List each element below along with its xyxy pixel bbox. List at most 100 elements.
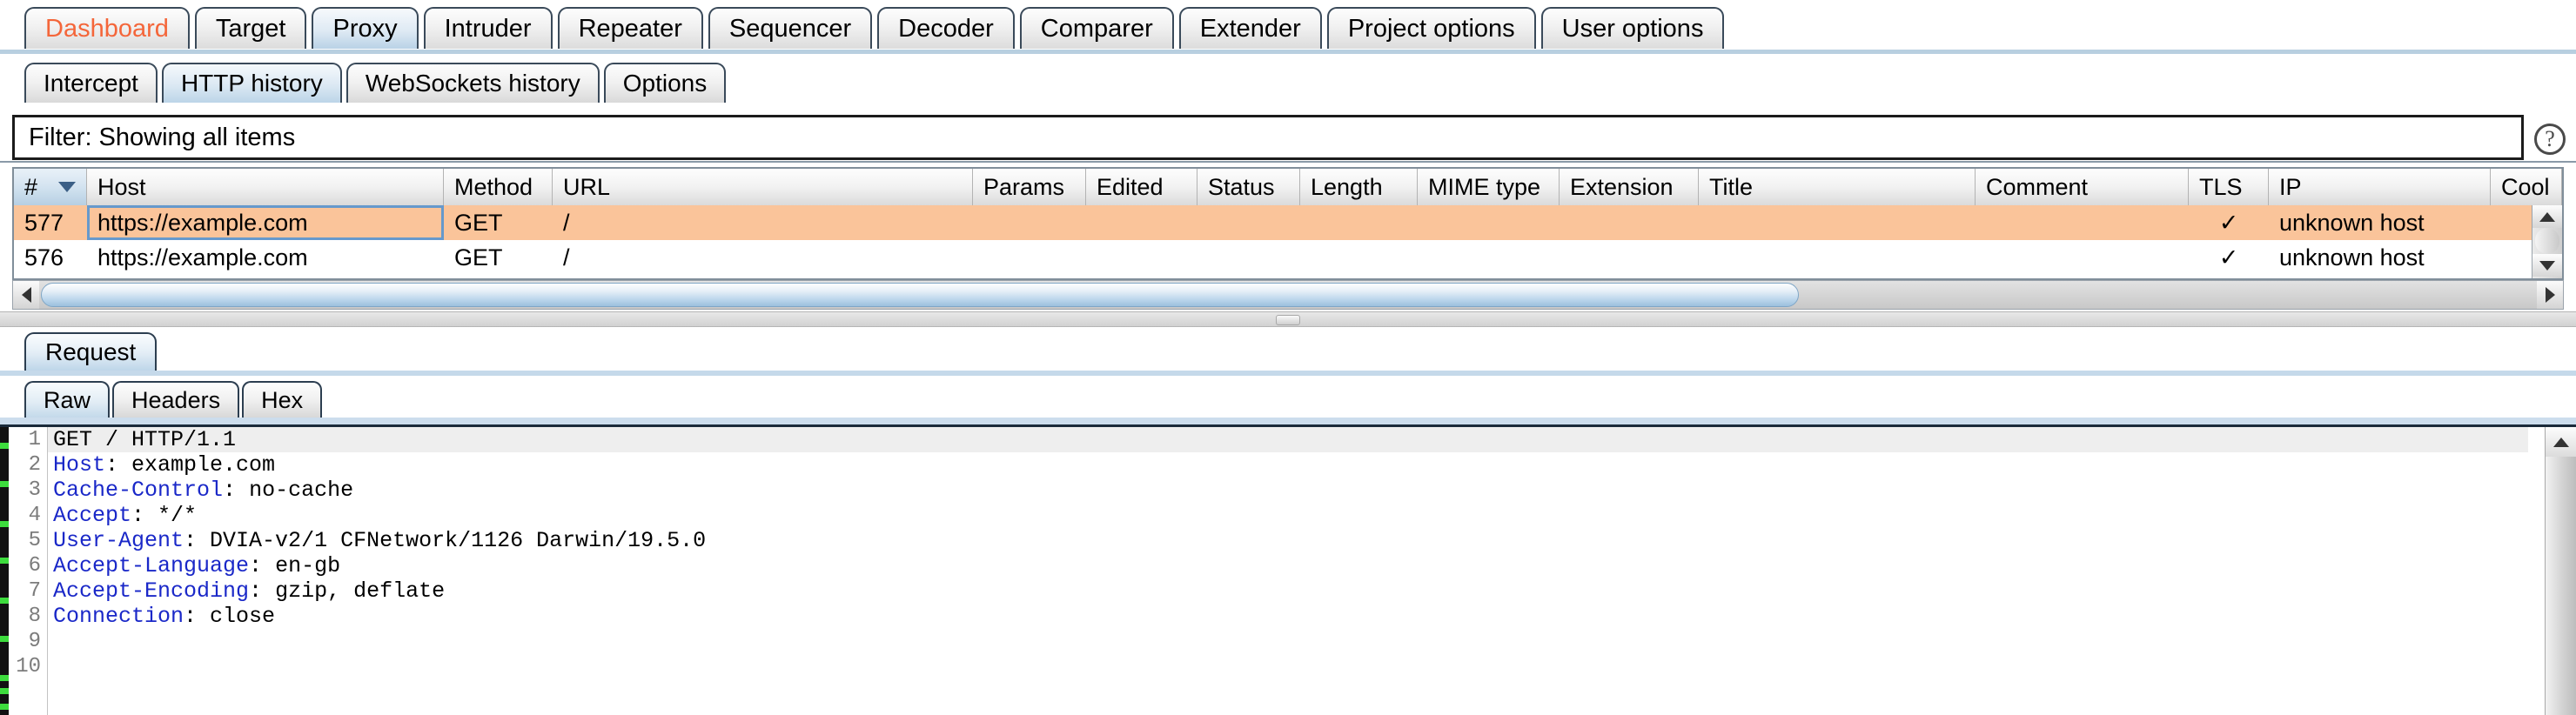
sub-tab-intercept[interactable]: Intercept [24, 63, 158, 103]
code-line[interactable]: Accept: */* [48, 503, 2528, 528]
code-line[interactable]: Accept-Language: en-gb [48, 553, 2528, 578]
cell-tls[interactable]: ✓ [2189, 240, 2269, 275]
cell-comment[interactable] [1976, 240, 2189, 275]
hscroll-thumb[interactable] [41, 283, 1799, 307]
scrollbar-thumb[interactable] [2535, 228, 2559, 254]
cell-mime-type[interactable] [1418, 240, 1560, 275]
code-line[interactable] [48, 629, 2528, 654]
view-tab-headers[interactable]: Headers [112, 381, 240, 418]
main-tab-dashboard[interactable]: Dashboard [24, 7, 190, 49]
column-header-ip[interactable]: IP [2269, 169, 2491, 205]
cell-extension[interactable] [1560, 205, 1699, 240]
code-line[interactable]: GET / HTTP/1.1 [48, 427, 2528, 452]
editor-scroll-up-button[interactable] [2546, 427, 2576, 457]
code-line[interactable]: Connection: close [48, 604, 2528, 629]
cell-status[interactable] [1197, 205, 1300, 240]
hscroll-left-button[interactable] [13, 281, 39, 309]
code-line[interactable]: Accept-Encoding: gzip, deflate [48, 578, 2528, 604]
http-header-separator: : [184, 528, 211, 553]
cell-method[interactable]: GET [444, 240, 553, 275]
column-header-extension[interactable]: Extension [1560, 169, 1699, 205]
cell-num[interactable]: 577 [14, 205, 87, 240]
cell-edited[interactable] [1086, 240, 1197, 275]
code-line[interactable] [48, 654, 2528, 679]
view-tab-hex[interactable]: Hex [242, 381, 323, 418]
main-tab-sequencer[interactable]: Sequencer [708, 7, 873, 49]
code-line[interactable]: Cache-Control: no-cache [48, 478, 2528, 503]
code-content[interactable]: GET / HTTP/1.1 Host: example.com Cache-Con… [48, 427, 2528, 715]
column-header-comment[interactable]: Comment [1976, 169, 2189, 205]
cell-ip[interactable]: unknown host [2269, 205, 2491, 240]
cell-host[interactable]: https://example.com [87, 205, 444, 240]
column-header-tls[interactable]: TLS [2189, 169, 2269, 205]
cell-url[interactable]: / [553, 205, 973, 240]
editor-vertical-scrollbar[interactable] [2545, 427, 2576, 715]
main-tab-repeater[interactable]: Repeater [557, 7, 703, 49]
sub-tab-http-history[interactable]: HTTP history [161, 63, 342, 103]
scroll-up-button[interactable] [2532, 205, 2562, 228]
sub-tab-websockets-history[interactable]: WebSockets history [345, 63, 600, 103]
column-header-length[interactable]: Length [1300, 169, 1418, 205]
hscroll-track[interactable] [39, 281, 2537, 309]
request-raw-editor[interactable]: 1 2 3 4 5 6 7 8 9 10 GET / HTTP/1.1 Host: example.… [0, 424, 2576, 715]
cell-title[interactable] [1699, 205, 1976, 240]
main-tab-extender[interactable]: Extender [1178, 7, 1322, 49]
http-header-value: DVIA-v2/1 CFNetwork/1126 Darwin/19.5.0 [210, 528, 707, 553]
cell-length[interactable] [1300, 240, 1418, 275]
column-header-title[interactable]: Title [1699, 169, 1976, 205]
cell-edited[interactable] [1086, 205, 1197, 240]
code-line[interactable]: User-Agent: DVIA-v2/1 CFNetwork/1126 Dar… [48, 528, 2528, 553]
column-header-cool[interactable]: Cool [2491, 169, 2562, 205]
cell-text: 576 [24, 244, 64, 271]
view-tab-raw[interactable]: Raw [24, 381, 111, 418]
main-tab-project-options[interactable]: Project options [1326, 7, 1536, 49]
help-icon[interactable]: ? [2534, 124, 2566, 155]
scroll-down-button[interactable] [2532, 254, 2562, 277]
main-tab-user-options[interactable]: User options [1540, 7, 1725, 49]
column-header-url[interactable]: URL [553, 169, 973, 205]
http-header-name: Connection [53, 604, 184, 629]
splitter-grip[interactable] [1276, 315, 1300, 325]
editor-change-mark [0, 704, 9, 710]
sub-tab-options[interactable]: Options [603, 63, 727, 103]
cell-host[interactable]: https://example.com [87, 240, 444, 275]
cell-comment[interactable] [1976, 205, 2189, 240]
cell-ip[interactable]: unknown host [2269, 240, 2491, 275]
table-row[interactable]: 577 https://example.com GET / ✓ unknown host [14, 205, 2562, 240]
cell-method[interactable]: GET [444, 205, 553, 240]
column-header-edited[interactable]: Edited [1086, 169, 1197, 205]
column-header-status[interactable]: Status [1197, 169, 1300, 205]
cell-url[interactable]: / [553, 240, 973, 275]
main-tab-comparer[interactable]: Comparer [1019, 7, 1174, 49]
http-header-name: User-Agent [53, 528, 184, 553]
panel-splitter[interactable] [0, 311, 2576, 327]
caret-right-icon [2545, 287, 2555, 303]
code-line[interactable]: Host: example.com [48, 452, 2528, 478]
hscroll-right-button[interactable] [2537, 281, 2563, 309]
cell-mime-type[interactable] [1418, 205, 1560, 240]
cell-length[interactable] [1300, 205, 1418, 240]
main-tab-intruder[interactable]: Intruder [423, 7, 553, 49]
filter-label: Filter: Showing all items [29, 123, 296, 151]
column-header-host[interactable]: Host [87, 169, 444, 205]
cell-extension[interactable] [1560, 240, 1699, 275]
cell-num[interactable]: 576 [14, 240, 87, 275]
table-vertical-scrollbar[interactable] [2532, 205, 2562, 278]
cell-params[interactable] [973, 240, 1086, 275]
column-header-method[interactable]: Method [444, 169, 553, 205]
cell-title[interactable] [1699, 240, 1976, 275]
column-header-mime-type[interactable]: MIME type [1418, 169, 1560, 205]
table-horizontal-scrollbar[interactable] [12, 280, 2564, 310]
panel-tab-request[interactable]: Request [24, 332, 158, 371]
table-row[interactable]: 576 https://example.com GET / ✓ unknown host [14, 240, 2562, 275]
filter-button[interactable]: Filter: Showing all items [12, 115, 2524, 160]
column-header-[interactable]: # [14, 169, 87, 205]
cell-params[interactable] [973, 205, 1086, 240]
message-view-underline [0, 418, 2576, 424]
column-header-params[interactable]: Params [973, 169, 1086, 205]
main-tab-proxy[interactable]: Proxy [312, 7, 419, 49]
main-tab-decoder[interactable]: Decoder [877, 7, 1015, 49]
main-tab-target[interactable]: Target [194, 7, 307, 49]
cell-status[interactable] [1197, 240, 1300, 275]
cell-tls[interactable]: ✓ [2189, 205, 2269, 240]
